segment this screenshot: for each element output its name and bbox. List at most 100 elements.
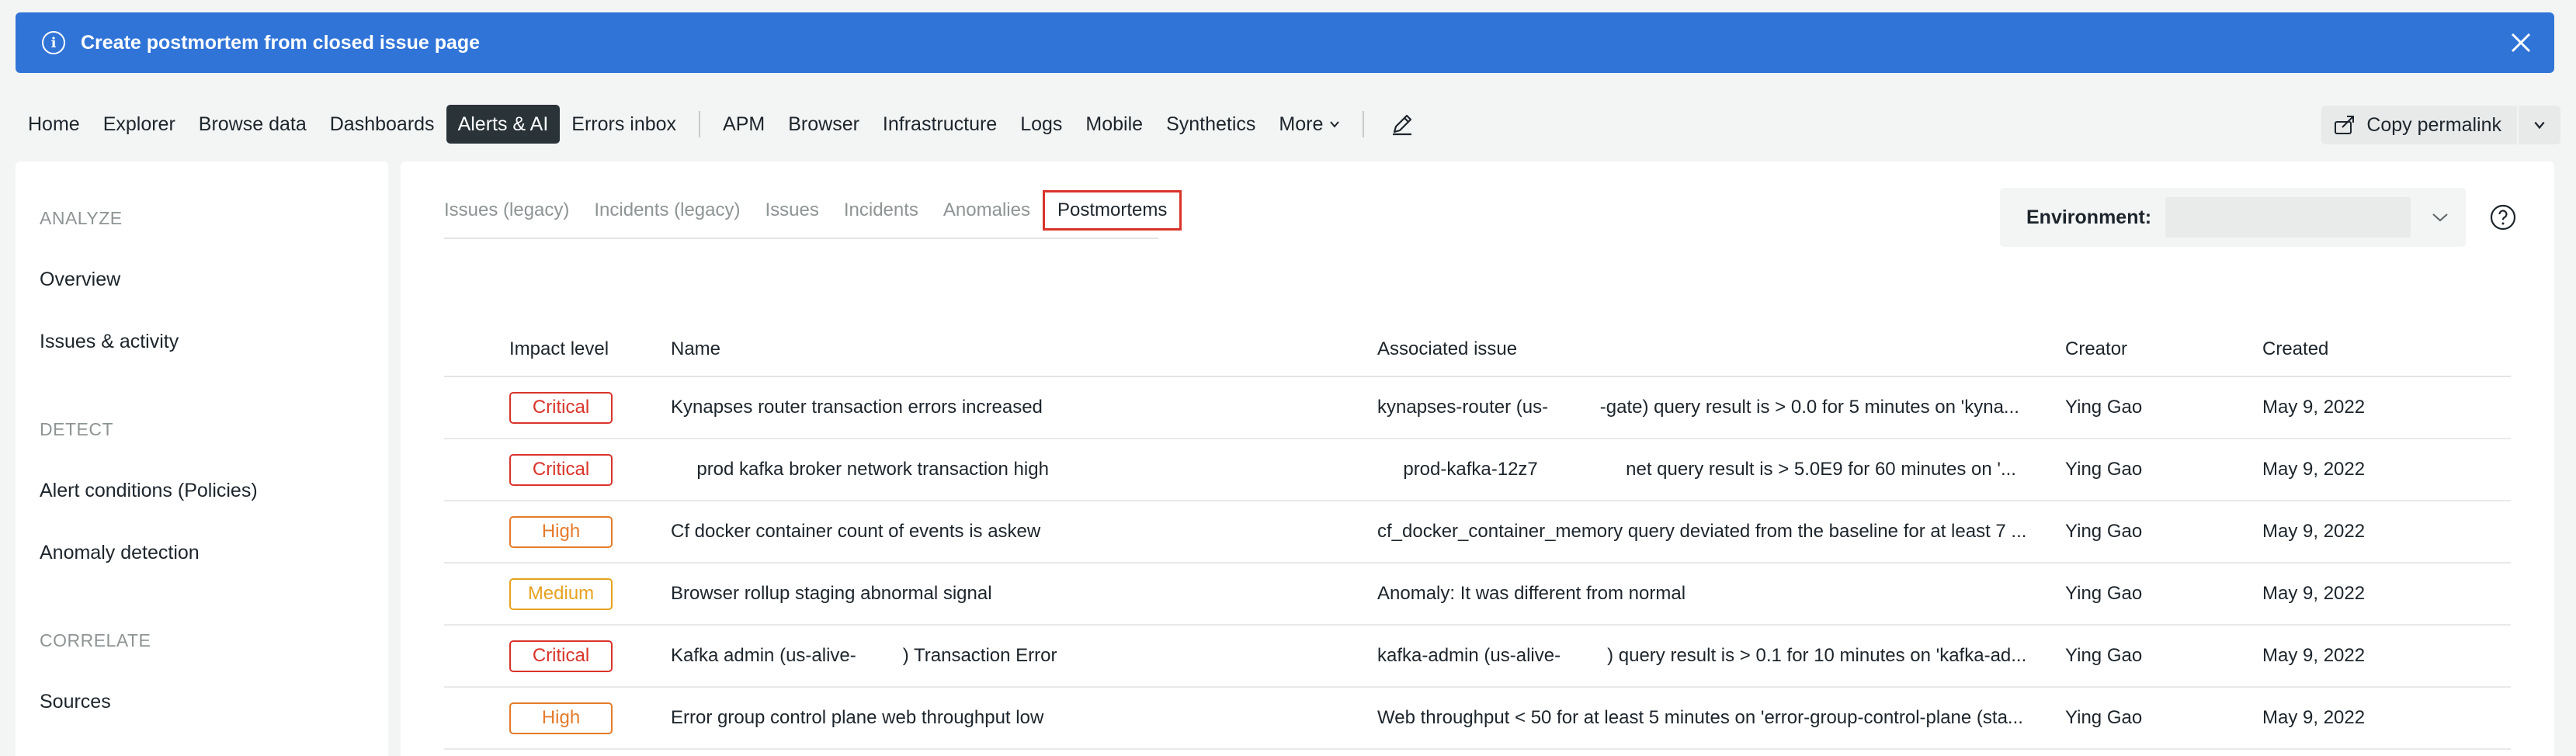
table-row[interactable]: High Error group control plane web throug… bbox=[444, 688, 2511, 750]
chevron-down-icon bbox=[2534, 121, 2545, 130]
nav-item-synthetics[interactable]: Synthetics bbox=[1154, 105, 1267, 144]
creator-cell: Ying Gao bbox=[2065, 397, 2143, 418]
postmortem-name-link[interactable]: prod kafka broker network transaction hi… bbox=[671, 459, 1377, 480]
pencil-icon[interactable] bbox=[1389, 111, 1415, 137]
table-row[interactable]: High Cf docker container count of events … bbox=[444, 501, 2511, 564]
banner-title: Create postmortem from closed issue page bbox=[81, 31, 481, 54]
chevron-down-icon bbox=[2432, 213, 2448, 222]
postmortems-table: Impact level Name Associated issue Creat… bbox=[444, 323, 2511, 750]
nav-divider bbox=[699, 111, 701, 137]
nav-more-label: More bbox=[1279, 113, 1324, 135]
creator-cell: Ying Gao bbox=[2065, 707, 2143, 728]
help-circle-icon[interactable] bbox=[2489, 203, 2517, 231]
created-date-cell: May 9, 2022 bbox=[2262, 583, 2366, 604]
postmortem-name-link[interactable]: Error group control plane web throughput… bbox=[671, 707, 1377, 729]
associated-issue-cell: prod-kafka-12z7 net query result is > 5.… bbox=[1377, 459, 2016, 480]
tab-incidents-legacy[interactable]: Incidents (legacy) bbox=[582, 190, 752, 231]
tabs-underline bbox=[444, 238, 1158, 239]
sidebar-item-alert-conditions[interactable]: Alert conditions (Policies) bbox=[40, 480, 258, 502]
copy-permalink-main[interactable]: Copy permalink bbox=[2321, 106, 2517, 144]
sidebar-item-anomaly-detection[interactable]: Anomaly detection bbox=[40, 542, 200, 564]
impact-badge: High bbox=[509, 702, 613, 734]
nav-item-home[interactable]: Home bbox=[16, 105, 92, 144]
table-row[interactable]: Critical Kynapses router transaction erro… bbox=[444, 377, 2511, 439]
nav-more-button[interactable]: More bbox=[1267, 105, 1352, 144]
header-name[interactable]: Name bbox=[671, 338, 1377, 360]
impact-cell: High bbox=[444, 515, 671, 548]
nav-item-alerts-ai[interactable]: Alerts & AI bbox=[446, 105, 561, 144]
nav-item-explorer[interactable]: Explorer bbox=[92, 105, 187, 144]
chevron-down-icon bbox=[1330, 121, 1340, 128]
impact-badge: High bbox=[509, 515, 613, 548]
impact-badge: Medium bbox=[509, 577, 613, 610]
tab-bar: Issues (legacy) Incidents (legacy) Issue… bbox=[444, 188, 1182, 233]
permalink-menu-button[interactable] bbox=[2519, 119, 2560, 131]
copy-permalink-button[interactable]: Copy permalink bbox=[2321, 106, 2560, 144]
associated-issue-cell: Anomaly: It was different from normal bbox=[1377, 583, 1686, 604]
sidebar-item-sources[interactable]: Sources bbox=[40, 691, 111, 713]
environment-filter[interactable]: Environment: bbox=[2000, 188, 2466, 247]
creator-cell: Ying Gao bbox=[2065, 459, 2143, 480]
share-link-icon bbox=[2335, 116, 2355, 134]
nav-item-errors-inbox[interactable]: Errors inbox bbox=[560, 105, 688, 144]
close-icon[interactable] bbox=[2508, 29, 2534, 56]
impact-badge: Critical bbox=[509, 391, 613, 424]
environment-dropdown-button[interactable] bbox=[2417, 212, 2463, 223]
info-banner: i Create postmortem from closed issue pa… bbox=[16, 12, 2554, 73]
sidebar-heading-correlate: CORRELATE bbox=[40, 630, 151, 650]
creator-cell: Ying Gao bbox=[2065, 583, 2143, 604]
tab-anomalies[interactable]: Anomalies bbox=[931, 190, 1043, 231]
creator-cell: Ying Gao bbox=[2065, 645, 2143, 666]
top-nav: Home Explorer Browse data Dashboards Ale… bbox=[16, 102, 2560, 146]
tab-postmortems[interactable]: Postmortems bbox=[1042, 190, 1182, 231]
tab-issues-legacy[interactable]: Issues (legacy) bbox=[444, 190, 582, 231]
nav-item-logs[interactable]: Logs bbox=[1009, 105, 1074, 144]
nav-divider bbox=[1363, 111, 1365, 137]
sidebar-heading-detect: DETECT bbox=[40, 419, 113, 439]
postmortem-name-link[interactable]: Cf docker container count of events is a… bbox=[671, 521, 1377, 543]
nav-item-browse-data[interactable]: Browse data bbox=[187, 105, 318, 144]
nav-item-apm[interactable]: APM bbox=[711, 105, 776, 144]
impact-cell: Medium bbox=[444, 577, 671, 610]
tab-issues[interactable]: Issues bbox=[752, 190, 831, 231]
postmortem-name-link[interactable]: Kafka admin (us-alive- ) Transaction Err… bbox=[671, 645, 1377, 667]
postmortem-name-link[interactable]: Browser rollup staging abnormal signal bbox=[671, 583, 1377, 605]
table-row[interactable]: Critical prod kafka broker network trans… bbox=[444, 439, 2511, 501]
sidebar-heading-analyze: ANALYZE bbox=[40, 208, 123, 228]
impact-cell: Critical bbox=[444, 391, 671, 424]
impact-cell: Critical bbox=[444, 453, 671, 486]
associated-issue-cell: kafka-admin (us-alive- ) query result is… bbox=[1377, 645, 2027, 666]
created-date-cell: May 9, 2022 bbox=[2262, 521, 2366, 542]
created-date-cell: May 9, 2022 bbox=[2262, 645, 2366, 666]
header-created[interactable]: Created bbox=[2262, 338, 2495, 360]
sidebar-item-overview[interactable]: Overview bbox=[40, 269, 120, 291]
creator-cell: Ying Gao bbox=[2065, 521, 2143, 542]
impact-badge: Critical bbox=[509, 640, 613, 672]
header-associated-issue[interactable]: Associated issue bbox=[1377, 338, 2065, 360]
associated-issue-cell: Web throughput < 50 for at least 5 minut… bbox=[1377, 707, 2023, 728]
header-creator[interactable]: Creator bbox=[2065, 338, 2262, 360]
table-row[interactable]: Critical Kafka admin (us-alive- ) Transac… bbox=[444, 626, 2511, 688]
environment-label: Environment: bbox=[2026, 206, 2152, 228]
environment-select[interactable] bbox=[2165, 197, 2411, 238]
impact-badge: Critical bbox=[509, 453, 613, 486]
main-panel: Issues (legacy) Incidents (legacy) Issue… bbox=[401, 161, 2554, 756]
header-impact-level[interactable]: Impact level bbox=[444, 338, 671, 360]
nav-item-browser[interactable]: Browser bbox=[776, 105, 871, 144]
impact-cell: Critical bbox=[444, 640, 671, 672]
tab-incidents[interactable]: Incidents bbox=[831, 190, 931, 231]
created-date-cell: May 9, 2022 bbox=[2262, 459, 2366, 480]
table-row[interactable]: Medium Browser rollup staging abnormal si… bbox=[444, 564, 2511, 626]
nav-item-mobile[interactable]: Mobile bbox=[1074, 105, 1154, 144]
created-date-cell: May 9, 2022 bbox=[2262, 397, 2366, 418]
sidebar-item-issues-activity[interactable]: Issues & activity bbox=[40, 331, 179, 353]
copy-permalink-label: Copy permalink bbox=[2366, 113, 2501, 136]
nav-item-dashboards[interactable]: Dashboards bbox=[318, 105, 446, 144]
nav-item-infrastructure[interactable]: Infrastructure bbox=[871, 105, 1009, 144]
postmortem-name-link[interactable]: Kynapses router transaction errors incre… bbox=[671, 397, 1377, 418]
created-date-cell: May 9, 2022 bbox=[2262, 707, 2366, 728]
associated-issue-cell: cf_docker_container_memory query deviate… bbox=[1377, 521, 2027, 542]
associated-issue-cell: kynapses-router (us- -gate) query result… bbox=[1377, 397, 2019, 418]
sidebar: ANALYZE Overview Issues & activity DETEC… bbox=[16, 161, 388, 756]
info-circle-icon: i bbox=[42, 31, 65, 54]
